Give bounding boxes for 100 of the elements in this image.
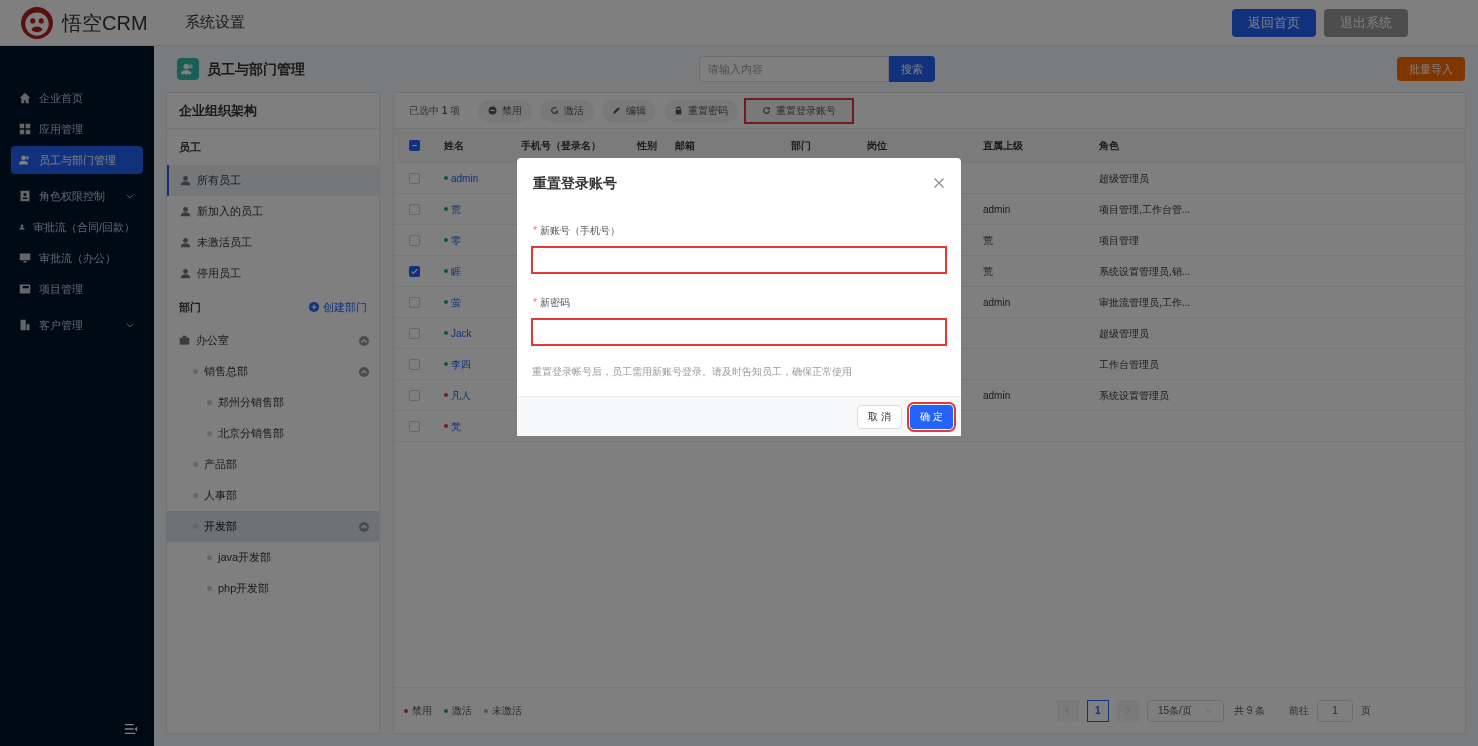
toolbar-button[interactable]: 激活 — [540, 99, 595, 122]
checkbox[interactable] — [409, 172, 420, 184]
employee-name-link[interactable]: 荒 — [451, 201, 461, 217]
logo-text: 悟空CRM — [62, 10, 148, 36]
bullet-icon — [207, 400, 212, 405]
close-icon — [933, 177, 945, 189]
table-cell: 超级管理员 — [1099, 172, 1149, 184]
sidebar-item[interactable]: 企业首页 — [11, 84, 143, 112]
bullet-icon — [207, 555, 212, 560]
employee-name-link[interactable]: 零 — [451, 232, 461, 248]
toolbar-button[interactable]: 编辑 — [602, 99, 657, 122]
employee-filter-item[interactable]: 所有员工 — [167, 165, 379, 196]
section-heading: 部门 — [179, 299, 201, 315]
toolbar-button[interactable]: 重置登录账号 — [746, 99, 853, 122]
employee-name-link[interactable]: Jack — [451, 325, 472, 341]
import-button[interactable]: 批量导入 — [1397, 57, 1465, 81]
checkbox[interactable] — [409, 296, 420, 308]
contact-card-icon — [19, 190, 31, 202]
checkbox[interactable] — [409, 389, 420, 401]
employee-name-link[interactable]: admin — [451, 170, 479, 186]
lock-icon — [674, 106, 684, 115]
hint-text: 重置登录帐号后，员工需用新账号登录。请及时告知员工，确保正常使用 — [532, 366, 852, 377]
user-icon — [180, 268, 191, 279]
dialog-button[interactable]: 确 定 — [910, 404, 953, 429]
employee-filter-item[interactable]: 未激活员工 — [167, 227, 379, 258]
check-icon — [410, 266, 419, 276]
bullet-icon — [207, 431, 212, 436]
table-cell: 审批流管理员,工作... — [1099, 296, 1191, 308]
briefcase-icon — [179, 335, 190, 346]
header-button[interactable]: 返回首页 — [1232, 8, 1316, 37]
table-cell: 系统设置管理员,销... — [1099, 265, 1191, 277]
search-button[interactable]: 搜索 — [889, 56, 935, 82]
employee-name-link[interactable]: 萤 — [451, 294, 461, 310]
users-icon — [19, 154, 31, 166]
legend-label: 未激活 — [492, 704, 522, 718]
goto-page-field[interactable]: 1 — [1317, 699, 1353, 722]
table-cell: 荒 — [983, 265, 993, 277]
input-field[interactable] — [531, 246, 947, 274]
employee-name-link[interactable]: 睚 — [451, 263, 461, 279]
top-bar-title: 系统设置 — [185, 12, 245, 33]
table-cell: admin — [983, 203, 1011, 215]
bullet-icon — [193, 369, 198, 374]
panel-title: 企业组织架构 — [179, 101, 257, 120]
bullet-icon — [207, 586, 212, 591]
close-button[interactable] — [933, 177, 945, 189]
collapse-menu-icon — [122, 722, 140, 736]
table-cell: 系统设置管理员 — [1099, 389, 1169, 401]
input-field[interactable] — [531, 318, 947, 346]
checkbox[interactable] — [409, 420, 420, 432]
employee-name-link[interactable]: 凡人 — [451, 387, 471, 403]
checkbox[interactable] — [409, 140, 420, 151]
checkbox[interactable] — [409, 203, 420, 215]
dialog-title: 重置登录账号 — [533, 173, 617, 193]
checkbox[interactable] — [409, 234, 420, 246]
reload-icon — [762, 106, 772, 115]
home-icon — [19, 92, 31, 104]
sidebar-item[interactable]: 客户管理 — [11, 311, 143, 339]
create-department-link[interactable]: 创建部门 — [309, 298, 367, 316]
employee-name-link[interactable]: 李四 — [451, 356, 471, 372]
sidebar-item[interactable]: 员工与部门管理 — [11, 146, 143, 174]
column-header: 角色 — [1099, 140, 1119, 151]
dialog-button[interactable]: 取 消 — [857, 404, 903, 429]
table-cell: admin — [983, 296, 1011, 308]
checkbox[interactable] — [409, 327, 420, 339]
employee-filter-item[interactable]: 新加入的员工 — [167, 196, 379, 227]
total-count: 共 9 条 — [1233, 704, 1265, 718]
plus-circle-icon — [309, 302, 319, 312]
refresh-icon — [550, 106, 560, 115]
user-icon — [180, 206, 191, 217]
legend-label: 禁用 — [412, 704, 432, 718]
field-label: 新账号（手机号） — [539, 223, 620, 238]
table-cell: 项目管理 — [1099, 234, 1139, 246]
column-header: 部门 — [791, 140, 811, 151]
board-icon — [19, 283, 31, 295]
table-cell: 荒 — [983, 234, 993, 246]
employee-name-link[interactable]: 梵 — [451, 418, 461, 434]
sidebar-item[interactable]: 审批流（办公） — [11, 244, 143, 272]
table-cell: 超级管理员 — [1099, 327, 1149, 339]
page-size-select[interactable]: 15条/页 — [1146, 699, 1224, 722]
sidebar-item[interactable]: 审批流（合同/回款） — [11, 213, 143, 241]
department-item[interactable]: 开发部 — [167, 511, 379, 542]
column-header: 直属上级 — [983, 140, 1023, 151]
pencil-icon — [612, 106, 622, 115]
page-button[interactable]: 1 — [1086, 699, 1109, 722]
column-header: 性别 — [637, 140, 657, 151]
selection-count: 已选中 1 项 — [409, 104, 461, 118]
sidebar-item[interactable]: 角色权限控制 — [11, 182, 143, 210]
minus-circle-icon — [488, 106, 498, 115]
checkbox[interactable] — [409, 265, 420, 277]
column-header: 邮箱 — [675, 140, 695, 151]
column-header: 岗位 — [867, 140, 887, 151]
bullet-icon — [193, 493, 198, 498]
section-heading: 员工 — [179, 139, 201, 155]
sidebar-item[interactable]: 应用管理 — [11, 115, 143, 143]
goto-label: 前往 — [1289, 704, 1309, 718]
sidebar-item[interactable]: 项目管理 — [11, 275, 143, 303]
checkbox[interactable] — [409, 358, 420, 370]
toolbar-button[interactable]: 重置密码 — [664, 99, 739, 122]
toolbar-button[interactable]: 禁用 — [478, 99, 533, 122]
employee-filter-item[interactable]: 停用员工 — [167, 258, 379, 289]
